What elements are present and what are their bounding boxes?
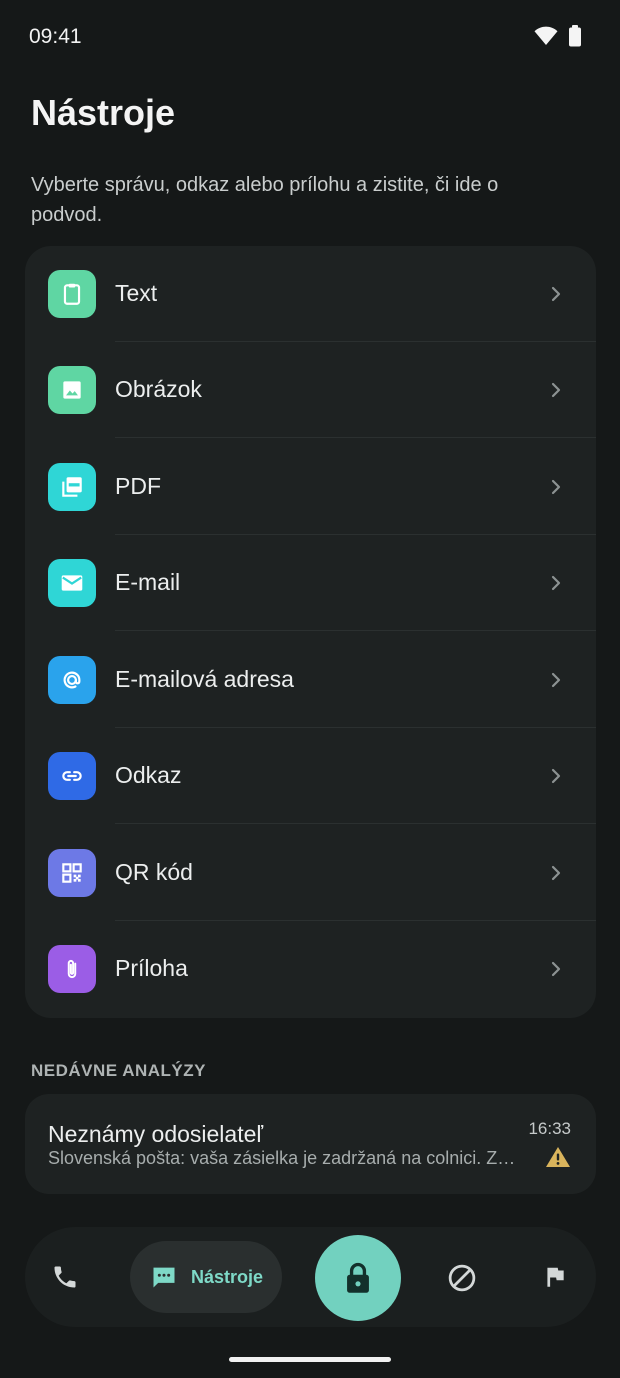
home-indicator[interactable] [229, 1357, 391, 1362]
chevron-right-icon [551, 479, 561, 495]
page-title: Nástroje [31, 92, 176, 133]
nav-reports-button[interactable] [540, 1262, 570, 1292]
chevron-right-icon [551, 961, 561, 977]
tool-label: Príloha [115, 955, 188, 981]
lock-icon [347, 1262, 369, 1293]
pdf-icon [48, 463, 96, 511]
chevron-right-icon [551, 865, 561, 881]
tool-item-attachment[interactable]: Príloha [25, 921, 596, 1017]
tool-item-text[interactable]: Text [25, 246, 596, 342]
divider [115, 437, 596, 438]
image-icon [48, 366, 96, 414]
status-bar: 09:41 [0, 0, 620, 76]
bottom-navigation: Nástroje [25, 1227, 596, 1327]
mail-icon [48, 559, 96, 607]
clipboard-icon [48, 270, 96, 318]
tool-label: E-mailová adresa [115, 666, 294, 692]
tool-item-link[interactable]: Odkaz [25, 728, 596, 824]
status-icons [534, 25, 582, 52]
battery-icon [568, 25, 582, 52]
block-icon [448, 1264, 476, 1292]
tool-label: Obrázok [115, 376, 202, 402]
chevron-right-icon [551, 382, 561, 398]
wifi-icon [534, 26, 558, 51]
recent-preview: Slovenská pošta: vaša zásielka je zadrža… [48, 1148, 518, 1168]
chevron-right-icon [551, 575, 561, 591]
tool-label: QR kód [115, 859, 193, 885]
status-time: 09:41 [29, 25, 82, 48]
phone-icon [54, 1266, 76, 1288]
tool-label: Odkaz [115, 762, 182, 788]
tool-item-qr-code[interactable]: QR kód [25, 825, 596, 921]
nav-blocked-button[interactable] [446, 1262, 478, 1294]
tool-item-pdf[interactable]: PDF [25, 439, 596, 535]
section-title-recent: NEDÁVNE ANALÝZY [31, 1061, 206, 1080]
recent-analysis-item[interactable]: Neznámy odosielateľ 16:33 Slovenská pošt… [25, 1094, 596, 1194]
tool-item-email[interactable]: E-mail [25, 535, 596, 631]
tool-label: E-mail [115, 569, 181, 595]
page-description: Vyberte správu, odkaz alebo prílohu a zi… [31, 174, 499, 226]
tools-list: Text Obrázok PDF E-mail E-mailová adresa [25, 246, 596, 1018]
divider [115, 630, 596, 631]
nav-tools-label: Nástroje [191, 1266, 264, 1287]
nav-protection-button[interactable] [315, 1235, 401, 1321]
tool-item-email-address[interactable]: E-mailová adresa [25, 632, 596, 728]
chat-bubble-icon [149, 1262, 179, 1292]
flag-icon [547, 1267, 564, 1287]
paperclip-icon [48, 945, 96, 993]
nav-calls-button[interactable] [50, 1262, 80, 1292]
chevron-right-icon [551, 672, 561, 688]
divider [115, 823, 596, 824]
link-icon [48, 752, 96, 800]
recent-time: 16:33 [528, 1119, 571, 1138]
tool-item-image[interactable]: Obrázok [25, 342, 596, 438]
recent-sender: Neznámy odosielateľ [48, 1121, 264, 1147]
qr-code-icon [48, 849, 96, 897]
nav-tools-button[interactable]: Nástroje [130, 1241, 282, 1313]
chevron-right-icon [551, 768, 561, 784]
at-sign-icon [48, 656, 96, 704]
tool-label: PDF [115, 473, 161, 499]
warning-icon [545, 1146, 571, 1173]
tool-label: Text [115, 280, 158, 306]
chevron-right-icon [551, 286, 561, 302]
